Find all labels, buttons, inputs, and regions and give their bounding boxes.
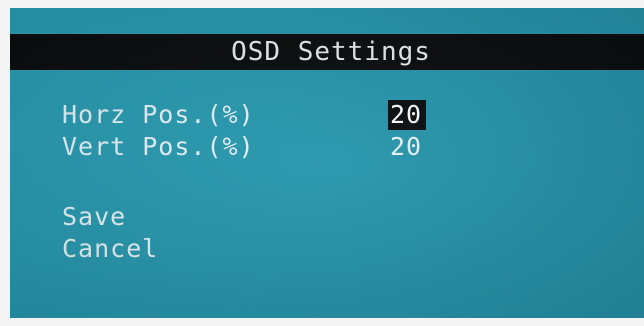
vert-pos-label[interactable]: Vert Pos.(%): [62, 132, 255, 162]
cancel-menu-item[interactable]: Cancel: [62, 234, 158, 264]
osd-title-bar: OSD Settings: [10, 34, 644, 70]
osd-screen: OSD Settings Horz Pos.(%) 20 Vert Pos.(%…: [10, 8, 644, 318]
horz-pos-label[interactable]: Horz Pos.(%): [62, 100, 255, 130]
vert-pos-value[interactable]: 20: [390, 132, 422, 162]
save-menu-item[interactable]: Save: [62, 202, 126, 232]
osd-title: OSD Settings: [231, 37, 431, 67]
horz-pos-value[interactable]: 20: [388, 100, 427, 130]
